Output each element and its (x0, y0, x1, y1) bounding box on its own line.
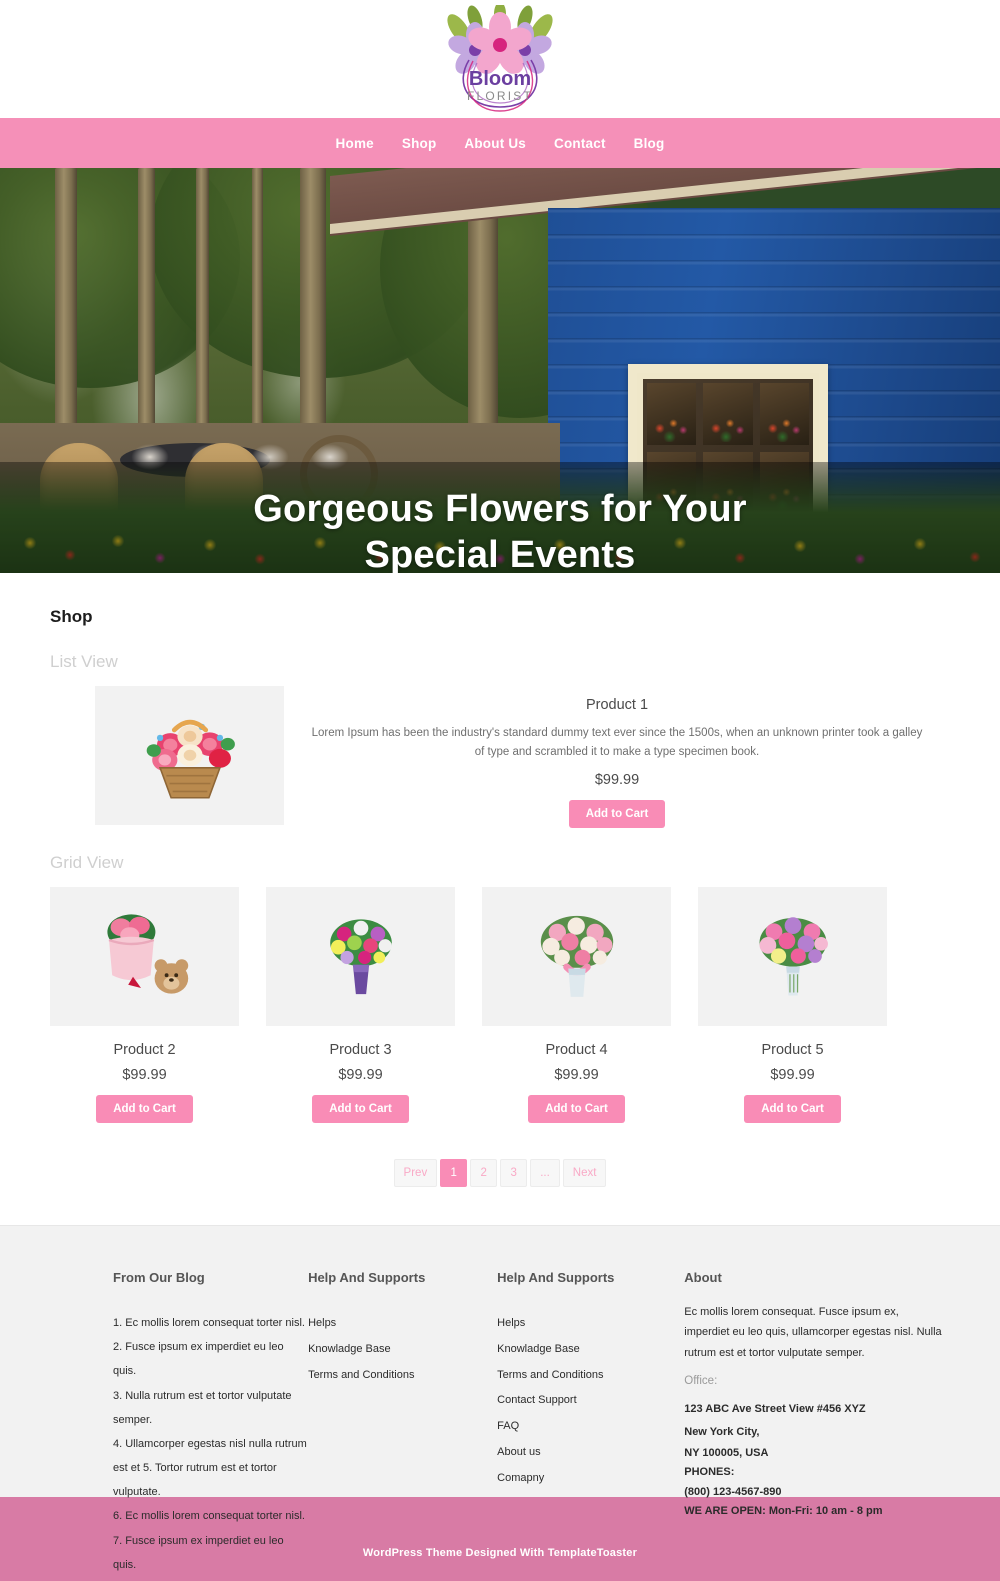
product-card: Product 4 $99.99 Add to Cart (482, 886, 671, 1123)
footer-heading-help-2: Help And Supports (497, 1269, 615, 1285)
product-description: Lorem Ipsum has been the industry's stan… (311, 727, 923, 758)
blog-item[interactable]: 3. Nulla rutrum est et tortor vulputate … (113, 1384, 308, 1432)
nav-item-about-us[interactable]: About Us (460, 134, 530, 153)
phone-number[interactable]: (800) 123-4567-890 (684, 1483, 945, 1502)
phones-label: PHONES: (684, 1466, 735, 1479)
add-to-cart-button[interactable]: Add to Cart (568, 799, 666, 828)
logo-brand-text: Bloom (469, 68, 531, 90)
add-to-cart-button[interactable]: Add to Cart (744, 1094, 841, 1123)
product-price: $99.99 (338, 1066, 383, 1083)
product-price: $99.99 (554, 1066, 599, 1083)
shop-section: Shop List View Product 1 Lorem Ipsum has… (0, 573, 1000, 1225)
address-line-1: 123 ABC Ave Street View #456 XYZ (684, 1402, 866, 1415)
footer-column-help-1: Help And Supports Helps Knowladge Base T… (308, 1270, 497, 1577)
product-image[interactable] (50, 886, 239, 1026)
footer-link-helps[interactable]: Helps (497, 1311, 684, 1337)
product-price: $99.99 (122, 1066, 167, 1083)
footer-link-helps[interactable]: Helps (308, 1311, 497, 1337)
flower-basket-icon (146, 719, 235, 799)
add-to-cart-button[interactable]: Add to Cart (96, 1094, 193, 1123)
pink-purple-bouquet-icon (759, 917, 828, 996)
product-name: Product 2 (113, 1041, 176, 1058)
opening-hours: WE ARE OPEN: Mon-Fri: 10 am - 8 pm (684, 1502, 945, 1521)
about-text: Ec mollis lorem consequat. Fusce ipsum e… (684, 1305, 942, 1359)
footer-link-about-us[interactable]: About us (497, 1440, 684, 1466)
mixed-bouquet-vase-icon (329, 919, 392, 995)
blog-item[interactable]: 2. Fusce ipsum ex imperdiet eu leo quis. (113, 1335, 308, 1383)
blog-item[interactable]: 1. Ec mollis lorem consequat torter nisl… (113, 1311, 308, 1335)
product-image[interactable] (698, 886, 887, 1026)
nav-item-home[interactable]: Home (332, 134, 378, 153)
product-image[interactable] (95, 686, 284, 825)
blog-item[interactable]: 4. Ullamcorper egestas nisl nulla rutrum… (113, 1432, 308, 1505)
footer-link-terms[interactable]: Terms and Conditions (308, 1363, 497, 1389)
add-to-cart-button[interactable]: Add to Cart (528, 1094, 625, 1123)
hero-title-line2: Special Events (364, 534, 636, 573)
product-card: Product 2 $99.99 Add to Cart (50, 886, 239, 1123)
product-info: Product 1 Lorem Ipsum has been the indus… (284, 686, 950, 828)
nav-item-shop[interactable]: Shop (398, 134, 441, 153)
product-name: Product 1 (585, 697, 649, 713)
page-title: Shop (50, 607, 93, 626)
footer-link-contact-support[interactable]: Contact Support (497, 1388, 684, 1414)
product-card: Product 3 $99.99 Add to Cart (266, 886, 455, 1123)
hero-title: Gorgeous Flowers for Your Special Events (0, 486, 1000, 573)
footer-heading-blog: From Our Blog (113, 1269, 205, 1285)
add-to-cart-button[interactable]: Add to Cart (312, 1094, 409, 1123)
product-image[interactable] (266, 886, 455, 1026)
product-price: $99.99 (594, 771, 640, 788)
address-line-2: New York City, (684, 1426, 760, 1439)
footer-link-terms[interactable]: Terms and Conditions (497, 1363, 684, 1389)
product-name: Product 5 (761, 1041, 824, 1058)
list-view-label: List View (50, 652, 118, 671)
grid-view-label: Grid View (50, 852, 124, 872)
bouquet-teddy-icon (106, 914, 188, 995)
flower-wreath-logo-icon: Bloom FLORIST (447, 2, 553, 112)
blog-item[interactable]: 7. Fusce ipsum ex imperdiet eu leo quis. (113, 1529, 308, 1577)
nav-item-blog[interactable]: Blog (630, 134, 669, 153)
address-line-3: NY 100005, USA (684, 1447, 769, 1460)
footer-column-help-2: Help And Supports Helps Knowladge Base T… (497, 1270, 684, 1577)
open-hours: Mon-Fri: 10 am - 8 pm (768, 1504, 883, 1517)
open-label: WE ARE OPEN: (684, 1504, 766, 1517)
footer-heading-about: About (684, 1269, 722, 1285)
copyright-text: WordPress Theme Designed With TemplateTo… (362, 1546, 638, 1559)
hero-title-line1: Gorgeous Flowers for Your (253, 488, 747, 530)
pagination-page-3[interactable]: 3 (500, 1158, 528, 1187)
pagination-page-2[interactable]: 2 (470, 1158, 498, 1187)
blog-item[interactable]: 6. Ec mollis lorem consequat torter nisl… (113, 1504, 308, 1528)
pagination-page-1[interactable]: 1 (440, 1158, 468, 1187)
product-price: $99.99 (770, 1066, 815, 1083)
footer-heading-help-1: Help And Supports (308, 1269, 426, 1285)
product-list-row: Product 1 Lorem Ipsum has been the indus… (50, 686, 950, 828)
footer-link-knowledge-base[interactable]: Knowladge Base (308, 1337, 497, 1363)
pagination-prev[interactable]: Prev (393, 1158, 438, 1187)
site-logo[interactable]: Bloom FLORIST (425, 2, 575, 115)
footer-column-blog: From Our Blog 1. Ec mollis lorem consequ… (113, 1270, 308, 1577)
office-label: Office: (684, 1374, 718, 1387)
footer-columns: From Our Blog 1. Ec mollis lorem consequ… (0, 1270, 1000, 1577)
site-header: Bloom FLORIST (0, 0, 1000, 118)
main-navigation: Home Shop About Us Contact Blog (0, 118, 1000, 168)
rose-arrangement-icon (540, 916, 613, 998)
product-image[interactable] (482, 886, 671, 1026)
footer-link-knowledge-base[interactable]: Knowladge Base (497, 1337, 684, 1363)
hero-banner: Gorgeous Flowers for Your Special Events (0, 168, 1000, 573)
product-grid: Product 2 $99.99 Add to Cart Product 3 $… (50, 886, 950, 1123)
tree-trunk (252, 168, 263, 458)
logo-tagline-text: FLORIST (467, 89, 533, 103)
pagination-next[interactable]: Next (562, 1158, 607, 1187)
nav-list: Home Shop About Us Contact Blog (332, 134, 669, 153)
footer-column-about: About Ec mollis lorem consequat. Fusce i… (684, 1270, 945, 1577)
footer-link-faq[interactable]: FAQ (497, 1414, 684, 1440)
product-name: Product 3 (329, 1041, 392, 1058)
pagination: Prev 1 2 3 ... Next (50, 1158, 950, 1225)
pagination-ellipsis[interactable]: ... (530, 1158, 560, 1187)
product-card: Product 5 $99.99 Add to Cart (698, 886, 887, 1123)
footer-link-company[interactable]: Comapny (497, 1466, 684, 1492)
site-footer: From Our Blog 1. Ec mollis lorem consequ… (0, 1224, 1000, 1571)
nav-item-contact[interactable]: Contact (550, 134, 610, 153)
product-name: Product 4 (545, 1041, 608, 1058)
